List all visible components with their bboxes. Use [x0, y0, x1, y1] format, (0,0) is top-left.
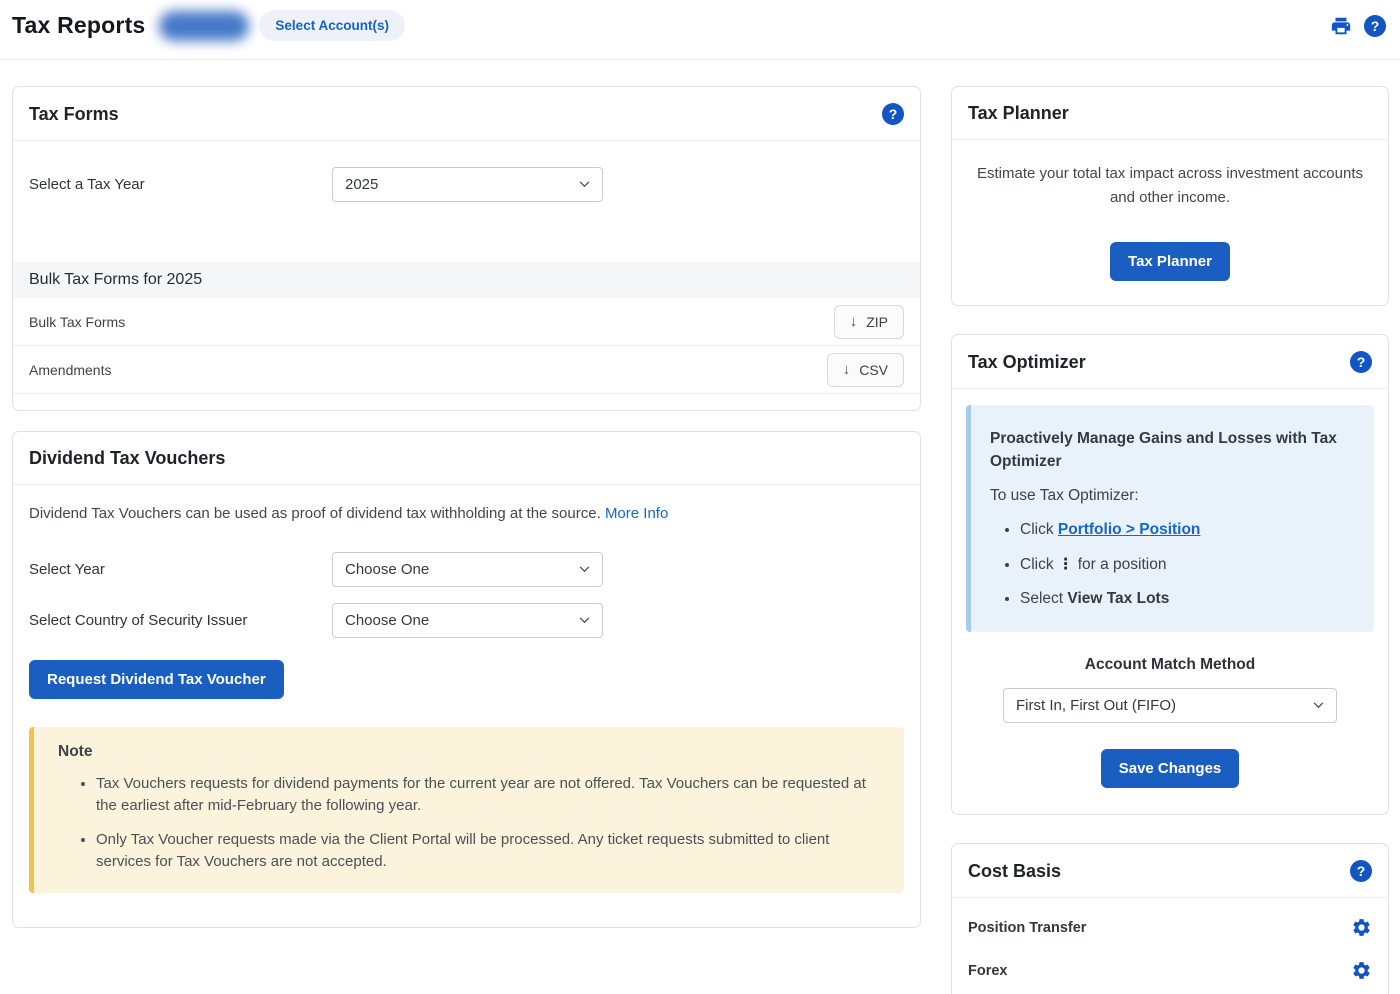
- tax-forms-help-icon[interactable]: ?: [882, 103, 904, 125]
- step-text: Click: [1020, 521, 1058, 538]
- portfolio-position-link[interactable]: Portfolio > Position: [1058, 521, 1201, 538]
- page-title: Tax Reports: [12, 12, 145, 39]
- tax-optimizer-info-box: Proactively Manage Gains and Losses with…: [966, 405, 1374, 632]
- voucher-country-select-value: Choose One: [345, 612, 429, 629]
- info-box-heading: Proactively Manage Gains and Losses with…: [990, 427, 1354, 473]
- dividend-tax-vouchers-card: Dividend Tax Vouchers Dividend Tax Vouch…: [12, 431, 921, 928]
- select-accounts-button[interactable]: Select Account(s): [259, 10, 405, 41]
- info-box-intro: To use Tax Optimizer:: [990, 487, 1354, 505]
- vertical-ellipsis-icon: ⋮: [1058, 556, 1074, 573]
- download-icon: ↓: [843, 362, 851, 377]
- question-glyph: ?: [889, 106, 898, 122]
- bulk-tax-forms-row: Bulk Tax Forms ↓ ZIP: [13, 298, 920, 346]
- cost-basis-help-icon[interactable]: ?: [1350, 860, 1372, 882]
- forex-settings-gear-icon[interactable]: [1351, 960, 1372, 981]
- chevron-down-icon: [1313, 702, 1324, 709]
- cost-basis-card: Cost Basis ? Position Transfer: [951, 843, 1389, 994]
- account-id-badge[interactable]: [159, 11, 249, 41]
- account-selector: Select Account(s): [159, 10, 405, 41]
- help-icon[interactable]: ?: [1364, 15, 1386, 37]
- account-match-method-value: First In, First Out (FIFO): [1016, 697, 1176, 714]
- question-glyph: ?: [1371, 18, 1380, 34]
- tax-planner-card: Tax Planner Estimate your total tax impa…: [951, 86, 1389, 306]
- bulk-tax-forms-row-label: Bulk Tax Forms: [29, 314, 125, 330]
- chevron-down-icon: [579, 566, 590, 573]
- forex-label: Forex: [968, 963, 1008, 979]
- download-icon: ↓: [850, 314, 858, 329]
- position-transfer-label: Position Transfer: [968, 920, 1086, 936]
- amendments-row: Amendments ↓ CSV: [13, 346, 920, 394]
- step-text: for a position: [1073, 556, 1166, 573]
- bulk-tax-forms-section-title: Bulk Tax Forms for 2025: [13, 262, 920, 298]
- tax-optimizer-card: Tax Optimizer ? Proactively Manage Gains…: [951, 334, 1389, 815]
- step-text: Click: [1020, 556, 1058, 573]
- download-csv-button[interactable]: ↓ CSV: [827, 353, 904, 387]
- optimizer-step-3: Select View Tax Lots: [1020, 590, 1354, 608]
- tax-planner-button[interactable]: Tax Planner: [1110, 242, 1230, 281]
- tax-reports-page: Tax Reports Select Account(s) ? Tax Fo: [0, 0, 1400, 994]
- note-title: Note: [58, 743, 876, 761]
- tax-optimizer-title: Tax Optimizer: [968, 352, 1086, 373]
- chevron-down-icon: [579, 617, 590, 624]
- page-header: Tax Reports Select Account(s) ?: [0, 0, 1400, 60]
- download-zip-button[interactable]: ↓ ZIP: [834, 305, 904, 339]
- select-year-label: Select Year: [29, 561, 332, 578]
- tax-planner-title: Tax Planner: [968, 103, 1069, 124]
- tax-forms-title: Tax Forms: [29, 104, 119, 125]
- select-tax-year-label: Select a Tax Year: [29, 176, 332, 193]
- question-glyph: ?: [1357, 354, 1366, 370]
- request-dividend-tax-voucher-button[interactable]: Request Dividend Tax Voucher: [29, 660, 284, 699]
- select-country-label: Select Country of Security Issuer: [29, 612, 332, 629]
- cost-basis-title: Cost Basis: [968, 861, 1061, 882]
- voucher-country-select[interactable]: Choose One: [332, 603, 603, 638]
- amendments-row-label: Amendments: [29, 362, 111, 378]
- tax-year-select-value: 2025: [345, 176, 378, 193]
- account-match-method-select[interactable]: First In, First Out (FIFO): [1003, 688, 1337, 723]
- download-csv-label: CSV: [859, 362, 888, 378]
- note-bullet: Only Tax Voucher requests made via the C…: [96, 829, 876, 873]
- more-info-link[interactable]: More Info: [605, 505, 668, 522]
- note-box: Note Tax Vouchers requests for dividend …: [29, 727, 904, 893]
- tax-forms-card: Tax Forms ? Select a Tax Year 2025: [12, 86, 921, 411]
- voucher-year-select[interactable]: Choose One: [332, 552, 603, 587]
- dividend-tax-vouchers-title: Dividend Tax Vouchers: [29, 448, 225, 469]
- dividend-vouchers-description: Dividend Tax Vouchers can be used as pro…: [29, 505, 601, 522]
- download-zip-label: ZIP: [866, 314, 888, 330]
- tax-optimizer-help-icon[interactable]: ?: [1350, 351, 1372, 373]
- step-text: Select: [1020, 590, 1067, 607]
- optimizer-step-1: Click Portfolio > Position: [1020, 521, 1354, 539]
- position-transfer-settings-gear-icon[interactable]: [1351, 917, 1372, 938]
- tax-year-select[interactable]: 2025: [332, 167, 603, 202]
- optimizer-step-2: Click ⋮ for a position: [1020, 555, 1354, 574]
- question-glyph: ?: [1357, 863, 1366, 879]
- account-match-method-label: Account Match Method: [966, 656, 1374, 674]
- print-icon[interactable]: [1330, 15, 1352, 37]
- voucher-year-select-value: Choose One: [345, 561, 429, 578]
- tax-planner-description: Estimate your total tax impact across in…: [968, 162, 1372, 210]
- view-tax-lots-label: View Tax Lots: [1067, 590, 1169, 607]
- forex-row: Forex: [952, 949, 1388, 992]
- note-bullet: Tax Vouchers requests for dividend payme…: [96, 773, 876, 817]
- position-transfer-row: Position Transfer: [952, 906, 1388, 949]
- chevron-down-icon: [579, 181, 590, 188]
- save-changes-button[interactable]: Save Changes: [1101, 749, 1240, 788]
